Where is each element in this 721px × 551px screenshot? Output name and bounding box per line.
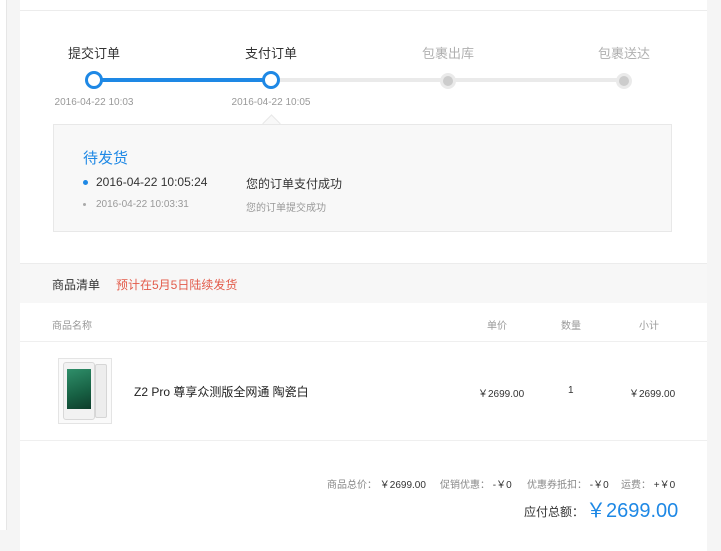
payable-total: ￥2699.00 bbox=[586, 500, 679, 522]
divider bbox=[20, 341, 707, 342]
step-submit-label: 提交订单 bbox=[67, 46, 121, 61]
order-detail-panel: 提交订单 支付订单 包裹出库 包裹送达 2016-04-22 10:03 201… bbox=[20, 0, 707, 551]
status-title: 待发货 bbox=[83, 150, 129, 167]
bullet-dot-icon bbox=[83, 180, 88, 185]
column-header-name: 商品名称 bbox=[52, 321, 92, 332]
left-edge-panel bbox=[0, 0, 7, 530]
goods-total-label: 商品总价： bbox=[327, 480, 377, 491]
divider bbox=[20, 440, 707, 441]
log-time: 2016-04-22 10:05:24 bbox=[96, 175, 208, 189]
product-qty: 1 bbox=[568, 385, 574, 396]
phone-back-icon bbox=[95, 364, 107, 418]
top-bar bbox=[20, 0, 707, 11]
promo-value: -￥0 bbox=[492, 480, 512, 491]
phone-front-icon bbox=[63, 362, 95, 420]
step-ship-label: 包裹出库 bbox=[421, 46, 475, 61]
product-image[interactable] bbox=[58, 358, 112, 424]
column-header-price: 单价 bbox=[487, 321, 507, 332]
goods-list-header: 商品清单 预计在5月5日陆续发货 bbox=[20, 263, 707, 303]
goods-list-title: 商品清单 bbox=[52, 278, 101, 292]
step-pay-label: 支付订单 bbox=[244, 46, 298, 61]
step-pay-time: 2016-04-22 10:05 bbox=[231, 97, 311, 108]
column-header-qty: 数量 bbox=[561, 321, 581, 332]
shipping-label: 运费： bbox=[621, 480, 651, 491]
bullet-dot-icon bbox=[83, 203, 86, 206]
product-name-link[interactable]: Z2 Pro 尊享众测版全网通 陶瓷白 bbox=[134, 383, 309, 400]
step-pay-node bbox=[262, 71, 280, 89]
coupon-label: 优惠券抵扣： bbox=[527, 480, 587, 491]
log-message: 您的订单提交成功 bbox=[246, 203, 326, 214]
coupon-value: -￥0 bbox=[589, 480, 609, 491]
step-ship-node bbox=[440, 73, 456, 89]
product-subtotal: ￥2699.00 bbox=[629, 389, 676, 400]
coupon-discount: 优惠券抵扣： -￥0 bbox=[527, 476, 609, 491]
goods-total-value: ￥2699.00 bbox=[379, 480, 426, 491]
progress-track-fill bbox=[94, 78, 270, 82]
column-header-subtotal: 小计 bbox=[639, 321, 659, 332]
promo-discount: 促销优惠： -￥0 bbox=[440, 476, 512, 491]
step-submit-time: 2016-04-22 10:03 bbox=[54, 97, 134, 108]
log-time: 2016-04-22 10:03:31 bbox=[96, 199, 189, 210]
shipping-value: +￥0 bbox=[653, 480, 676, 491]
step-deliver-label: 包裹送达 bbox=[597, 46, 651, 61]
step-submit-node bbox=[85, 71, 103, 89]
payable-label: 应付总额： bbox=[524, 505, 585, 519]
shipping-fee: 运费： +￥0 bbox=[621, 476, 675, 491]
shipping-notice: 预计在5月5日陆续发货 bbox=[116, 278, 238, 292]
step-deliver-node bbox=[616, 73, 632, 89]
promo-label: 促销优惠： bbox=[440, 480, 490, 491]
product-price: ￥2699.00 bbox=[478, 389, 525, 400]
goods-total: 商品总价： ￥2699.00 bbox=[327, 476, 426, 491]
log-message: 您的订单支付成功 bbox=[246, 177, 343, 191]
order-status-box: 待发货 2016-04-22 10:05:24 您的订单支付成功 2016-04… bbox=[53, 124, 672, 232]
